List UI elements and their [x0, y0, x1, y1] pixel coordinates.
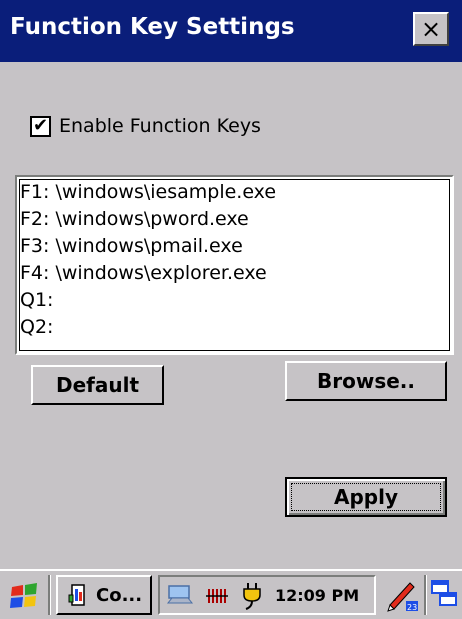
clock[interactable]: 12:09 PM: [275, 586, 359, 605]
task-button-label: Co...: [96, 584, 143, 606]
windows-flag-icon[interactable]: [6, 577, 42, 613]
default-button[interactable]: Default: [31, 365, 164, 405]
list-item-f2[interactable]: F2: \windows\pword.exe: [20, 208, 249, 230]
close-button[interactable]: ×: [413, 12, 449, 46]
window-title: Function Key Settings: [10, 14, 295, 40]
network-icon[interactable]: [166, 583, 196, 609]
show-desktop-icon[interactable]: [430, 579, 458, 609]
control-panel-icon: [68, 584, 85, 606]
taskbar: Co... 12:09 PM 23: [0, 569, 462, 619]
taskbar-separator: [48, 575, 51, 615]
system-tray: 12:09 PM: [158, 575, 376, 615]
battery-icon[interactable]: [204, 583, 230, 609]
list-item-f1[interactable]: F1: \windows\iesample.exe: [20, 181, 276, 203]
browse-button[interactable]: Browse..: [285, 361, 447, 401]
list-item-f4[interactable]: F4: \windows\explorer.exe: [20, 262, 267, 284]
function-key-list[interactable]: F1: \windows\iesample.exe F2: \windows\p…: [15, 175, 454, 355]
list-item-q2[interactable]: Q2:: [20, 316, 53, 338]
apply-button[interactable]: Apply: [285, 477, 447, 517]
input-panel-icon[interactable]: 23: [384, 577, 420, 613]
task-button-control-panel[interactable]: Co...: [56, 575, 152, 615]
svg-text:23: 23: [407, 603, 417, 612]
close-icon: ×: [420, 15, 442, 43]
power-plug-icon[interactable]: [238, 581, 266, 611]
title-bar: Function Key Settings ×: [0, 0, 462, 62]
tray-separator: [424, 575, 427, 615]
enable-function-keys-label[interactable]: Enable Function Keys: [59, 115, 261, 137]
enable-function-keys-checkbox[interactable]: ✔: [30, 115, 51, 137]
list-item-f3[interactable]: F3: \windows\pmail.exe: [20, 235, 243, 257]
enable-function-keys-row[interactable]: ✔ Enable Function Keys: [30, 115, 261, 137]
checkmark-icon: ✔: [32, 115, 49, 136]
list-item-q1[interactable]: Q1:: [20, 289, 53, 311]
